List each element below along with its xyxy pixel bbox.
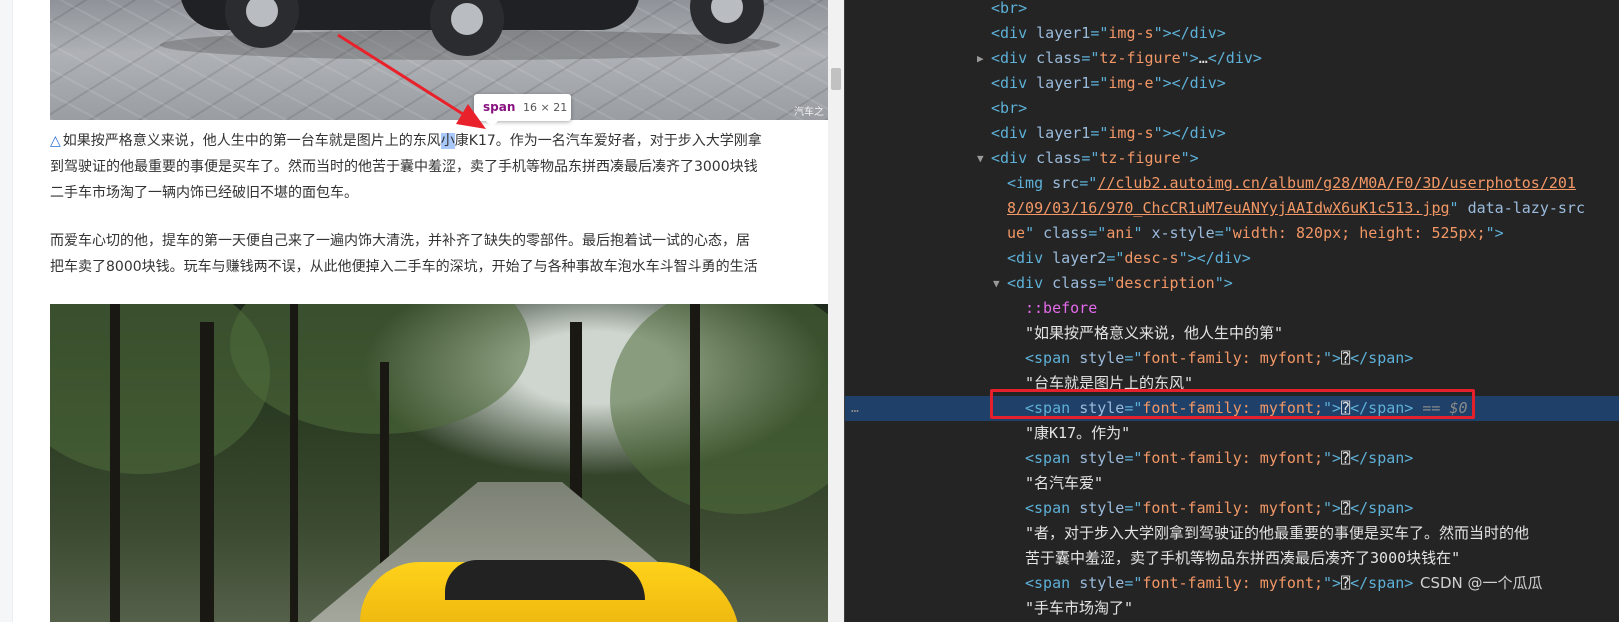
dom-node-line[interactable]: "者，对于步入大学刚拿到驾驶证的他最重要的事便是买车了。然而当时的他 (845, 521, 1619, 546)
dom-node-line[interactable]: <div layer1="img-s"></div> (845, 21, 1619, 46)
dom-node-line[interactable]: "如果按严格意义来说，他人生中的第" (845, 321, 1619, 346)
dom-node-line[interactable]: <div layer2="desc-s"></div> (845, 246, 1619, 271)
dom-node-markup: "康K17。作为" (1025, 424, 1131, 442)
dom-node-line[interactable]: <br> (845, 96, 1619, 121)
paragraph-line: 二手车市场淘了一辆内饰已经破旧不堪的面包车。 (50, 185, 358, 201)
dom-node-markup: <span style="font-family: myfont;">⍰</sp… (1025, 499, 1414, 517)
dom-node-markup: "名汽车爱" (1025, 474, 1104, 492)
dom-node-line[interactable]: "名汽车爱" (845, 471, 1619, 496)
dom-node-line[interactable]: ::before (845, 296, 1619, 321)
dom-node-line[interactable]: ▼ <div class="tz-figure"> (845, 146, 1619, 171)
dom-node-line[interactable]: <span style="font-family: myfont;">⍰</sp… (845, 346, 1619, 371)
dom-node-markup: <br> (991, 0, 1028, 17)
dom-node-line[interactable]: ▶ <div class="tz-figure">…</div> (845, 46, 1619, 71)
devtools-elements-panel: <br> <div layer1="img-s"></div> ▶ <div clas… (844, 0, 1619, 622)
red-highlight-box (990, 389, 1475, 419)
dom-node-markup: 8/09/03/16/970_ChcCR1uM7euANYyjAAIdwX6uK… (1007, 199, 1585, 217)
inspected-span[interactable]: 小 (440, 133, 455, 149)
dom-node-markup: <img src="//club2.autoimg.cn/album/g28/M… (1007, 174, 1576, 192)
page-scrollbar[interactable] (828, 0, 844, 622)
collapse-arrow-icon[interactable]: ▼ (993, 271, 1000, 296)
photo-watermark: 汽车之 (794, 107, 824, 118)
paragraph-line: 把车卖了8000块钱。玩车与赚钱两不误，从此他便掉入二手车的深坑，开始了与各种事… (50, 259, 758, 275)
dom-node-markup: <span style="font-family: myfont;">⍰</sp… (1025, 449, 1414, 467)
dom-node-markup: <div class="tz-figure">…</div> (991, 49, 1262, 67)
dom-node-line[interactable]: 苦于囊中羞涩，卖了手机等物品东拼西凑最后凑齐了3000块钱在" (845, 546, 1619, 571)
paragraph-line: 到驾驶证的他最重要的事便是买车了。然而当时的他苦于囊中羞涩，卖了手机等物品东拼西… (50, 159, 758, 175)
dom-node-markup: "手车市场淘了" (1025, 599, 1134, 617)
dom-node-markup: <div layer1="img-s"></div> (991, 124, 1226, 142)
tree-trunk (200, 322, 214, 622)
line-text: 康K17。作为一名汽车爱好者，对于步入大学刚拿 (454, 133, 762, 149)
dom-node-markup: 苦于囊中羞涩，卖了手机等物品东拼西凑最后凑齐了3000块钱在" (1025, 549, 1461, 567)
expand-arrow-icon[interactable]: ▶ (977, 46, 984, 71)
sports-car-photo (50, 304, 828, 622)
dom-node-markup: <div class="description"> (1007, 274, 1233, 292)
collapse-arrow-icon[interactable]: ▼ (977, 146, 984, 171)
article-content: 汽车之 △ 如果按严格意义来说，他人生中的第一台车就是图片上的东风小康K17。作为… (50, 0, 828, 622)
line-text: 如果按严格意义来说，他人生中的第一台车就是图片上的东风 (62, 133, 441, 149)
tree-trunk (110, 304, 120, 622)
dom-node-markup: <br> (991, 99, 1028, 117)
dom-node-line[interactable]: <br> (845, 0, 1619, 21)
car-windshield (445, 560, 645, 600)
dom-node-line[interactable]: ▼ <div class="description"> (845, 271, 1619, 296)
dom-node-markup: <span style="font-family: myfont;">⍰</sp… (1025, 349, 1414, 367)
description-paragraph: △ 如果按严格意义来说，他人生中的第一台车就是图片上的东风小康K17。作为一名汽车… (50, 128, 828, 206)
scrollbar-thumb[interactable] (831, 68, 841, 90)
dom-node-markup: <div layer2="desc-s"></div> (1007, 249, 1251, 267)
dom-node-markup: ::before (1025, 299, 1098, 317)
article-paragraph: 而爱车心切的他，提车的第一天便自己来了一遍内饰大清洗，并补齐了缺失的零部件。最后… (50, 228, 828, 280)
dom-node-markup: <span style="font-family: myfont;">⍰</sp… (1025, 574, 1414, 592)
van-photo: 汽车之 (50, 0, 828, 120)
dom-node-markup: ue" class="ani" x-style="width: 820px; h… (1007, 224, 1504, 242)
dom-node-line[interactable]: 8/09/03/16/970_ChcCR1uM7euANYyjAAIdwX6uK… (845, 196, 1619, 221)
dom-node-line[interactable]: <span style="font-family: myfont;">⍰</sp… (845, 446, 1619, 471)
dom-node-line[interactable]: "手车市场淘了" (845, 596, 1619, 621)
dom-node-markup: "者，对于步入大学刚拿到驾驶证的他最重要的事便是买车了。然而当时的他 (1025, 524, 1530, 542)
dom-node-line[interactable]: <div layer1="img-s"></div> (845, 121, 1619, 146)
dom-node-markup: <div layer1="img-s"></div> (991, 24, 1226, 42)
tooltip-tag: span (483, 100, 516, 114)
more-options-icon[interactable]: … (851, 396, 860, 421)
dom-node-markup: "如果按严格意义来说，他人生中的第" (1025, 324, 1284, 342)
paragraph-line: △ 如果按严格意义来说，他人生中的第一台车就是图片上的东风小康K17。作为一名汽车… (50, 128, 828, 154)
web-page: 汽车之 △ 如果按严格意义来说，他人生中的第一台车就是图片上的东风小康K17。作为… (0, 0, 844, 622)
paragraph-line: 而爱车心切的他，提车的第一天便自己来了一遍内饰大清洗，并补齐了缺失的零部件。最后… (50, 233, 750, 249)
inspect-tooltip: span 16 × 21 (474, 94, 571, 127)
tree-trunk (290, 304, 298, 622)
dom-node-line[interactable]: <img src="//club2.autoimg.cn/album/g28/M… (845, 171, 1619, 196)
csdn-watermark: CSDN @一个瓜瓜 (1420, 574, 1543, 592)
tooltip-dimensions: 16 × 21 (523, 101, 568, 114)
dom-node-markup: <div class="tz-figure"> (991, 149, 1199, 167)
dom-node-line[interactable]: <div layer1="img-e"></div> (845, 71, 1619, 96)
triangle-icon: △ (50, 133, 61, 149)
dom-node-line[interactable]: "康K17。作为" (845, 421, 1619, 446)
page-gutter (0, 0, 13, 622)
tree-foliage (610, 304, 828, 514)
dom-node-line[interactable]: ue" class="ani" x-style="width: 820px; h… (845, 221, 1619, 246)
dom-node-markup: <div layer1="img-e"></div> (991, 74, 1226, 92)
dom-node-line[interactable]: <span style="font-family: myfont;">⍰</sp… (845, 496, 1619, 521)
